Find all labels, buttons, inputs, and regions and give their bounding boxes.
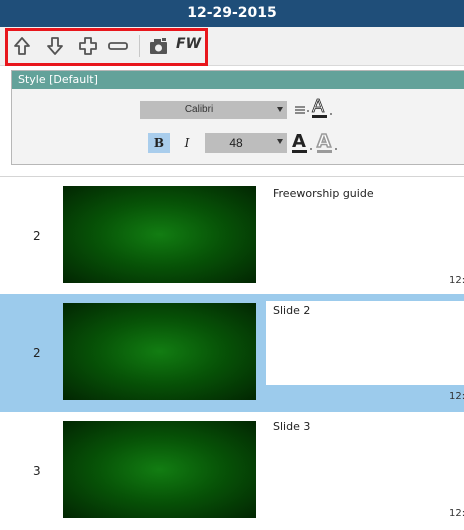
- remove-slide-button[interactable]: [107, 35, 129, 57]
- slide-row-selected[interactable]: 2 Slide 2 12:: [0, 294, 464, 412]
- align-center-icon: [295, 106, 309, 114]
- text-shadow-button[interactable]: A: [316, 130, 340, 156]
- svg-text:A: A: [317, 131, 331, 152]
- slide-thumbnail[interactable]: [63, 303, 256, 400]
- arrow-down-icon: [47, 37, 63, 55]
- slide-list: 2 Freeworship guide 12: 2 Slide 2 12: 3 …: [0, 176, 464, 521]
- font-family-value: Calibri: [184, 104, 214, 115]
- font-size-value: 48: [229, 136, 243, 150]
- slide-time: 12:: [449, 275, 464, 286]
- toolbar-separator: [139, 35, 140, 57]
- chevron-down-icon: [277, 139, 283, 144]
- text-color-icon: A: [292, 131, 312, 153]
- slide-row[interactable]: 2 Freeworship guide 12:: [0, 177, 464, 295]
- italic-button[interactable]: I: [176, 133, 198, 153]
- svg-text:A: A: [312, 96, 325, 117]
- move-down-button[interactable]: [44, 35, 66, 57]
- svg-text:A: A: [292, 131, 306, 152]
- slide-thumbnail[interactable]: [63, 421, 256, 518]
- text-outline-icon: A: [312, 96, 332, 118]
- text-color-button[interactable]: A: [291, 130, 315, 156]
- add-slide-button[interactable]: [77, 35, 99, 57]
- slide-thumbnail[interactable]: [63, 186, 256, 283]
- align-button[interactable]: [294, 104, 310, 116]
- slide-label: Slide 3: [273, 420, 311, 433]
- plus-icon: [79, 37, 97, 55]
- style-panel: Style [Default] Calibri A B I 48 A A: [11, 70, 464, 165]
- bold-button[interactable]: B: [148, 133, 170, 153]
- arrow-up-icon: [14, 37, 30, 55]
- camera-icon: [150, 38, 167, 54]
- slide-number: 3: [33, 464, 41, 478]
- window-title: 12-29-2015: [0, 0, 464, 27]
- chevron-down-icon: [277, 107, 283, 112]
- slide-number: 2: [33, 346, 41, 360]
- slide-row[interactable]: 3 Slide 3 12:: [0, 412, 464, 530]
- style-panel-body: Calibri A B I 48 A A: [12, 89, 464, 164]
- slide-time: 12:: [449, 508, 464, 519]
- slide-time: 12:: [449, 391, 464, 402]
- slide-label: Freeworship guide: [273, 187, 374, 200]
- slide-label[interactable]: Slide 2: [273, 304, 310, 317]
- move-up-button[interactable]: [11, 35, 33, 57]
- font-size-select[interactable]: 48: [205, 133, 287, 153]
- slide-number: 2: [33, 229, 41, 243]
- fw-button[interactable]: FW: [176, 36, 201, 52]
- text-shadow-icon: A: [316, 130, 337, 153]
- font-family-select[interactable]: Calibri: [140, 101, 287, 119]
- toolbar: FW: [0, 27, 464, 66]
- text-outline-button[interactable]: A: [311, 95, 335, 121]
- minus-icon: [108, 42, 128, 50]
- insert-media-button[interactable]: [148, 35, 170, 57]
- style-panel-header: Style [Default]: [12, 71, 464, 89]
